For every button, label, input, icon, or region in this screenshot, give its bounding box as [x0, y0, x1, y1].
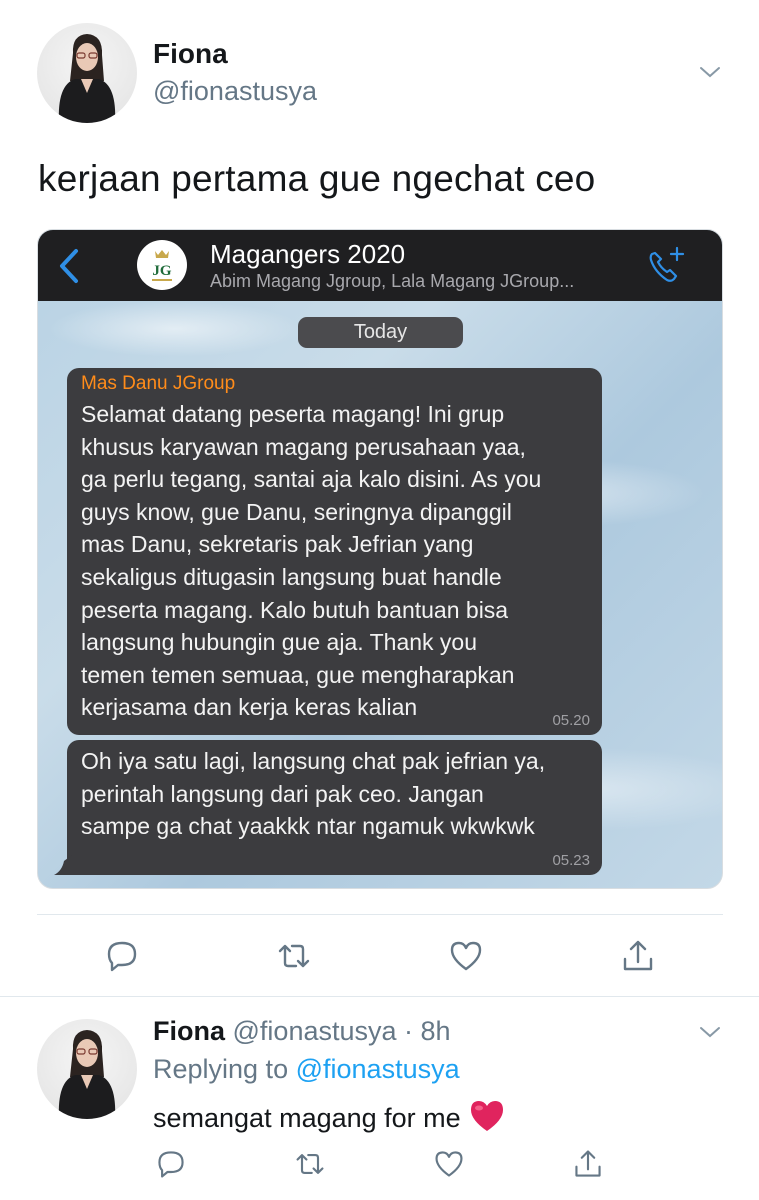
chevron-down-icon[interactable] — [698, 1020, 722, 1044]
message-text: Selamat datang peserta magang! Ini grup … — [81, 401, 542, 721]
reply-button[interactable] — [155, 1148, 187, 1180]
like-button[interactable] — [448, 938, 484, 974]
reply-text-content: semangat magang for me — [153, 1103, 461, 1133]
message-text: Oh iya satu lagi, langsung chat pak jefr… — [81, 748, 546, 840]
add-call-icon[interactable] — [643, 244, 687, 288]
share-icon — [623, 940, 653, 971]
main-tweet-avatar[interactable] — [37, 23, 137, 123]
replying-prefix: Replying to — [153, 1054, 289, 1084]
divider — [0, 996, 759, 997]
chat-screenshot[interactable]: JG Magangers 2020 Abim Magang Jgroup, La… — [37, 229, 723, 889]
group-name: Magangers 2020 — [210, 239, 406, 269]
back-icon[interactable] — [58, 248, 80, 284]
share-icon — [575, 1150, 601, 1177]
chat-message[interactable]: Oh iya satu lagi, langsung chat pak jefr… — [67, 740, 602, 875]
like-icon — [450, 941, 482, 971]
chat-header: JG Magangers 2020 Abim Magang Jgroup, La… — [38, 230, 722, 301]
message-time: 05.23 — [552, 852, 590, 869]
share-button[interactable] — [620, 938, 656, 974]
tweet-text: kerjaan pertama gue ngechat ceo — [38, 158, 596, 199]
reply-header: Fiona @fionastusya · 8h — [153, 1016, 451, 1047]
divider — [37, 914, 723, 915]
like-icon — [435, 1151, 463, 1177]
replying-to: Replying to @fionastusya — [153, 1054, 460, 1085]
like-button[interactable] — [433, 1148, 465, 1180]
chat-message[interactable]: Mas Danu JGroup Selamat datang peserta m… — [67, 368, 602, 735]
reply-handle-time[interactable]: @fionastusya · 8h — [233, 1016, 451, 1046]
author-name[interactable]: Fiona — [153, 38, 228, 70]
retweet-button[interactable] — [276, 938, 312, 974]
replying-to-link[interactable]: @fionastusya — [296, 1054, 460, 1084]
retweet-icon — [278, 944, 310, 968]
retweet-icon — [296, 1154, 324, 1174]
person-avatar-image — [58, 1030, 116, 1119]
date-label: Today — [298, 317, 463, 348]
bubble-tail — [54, 855, 72, 875]
group-members: Abim Magang Jgroup, Lala Magang JGroup..… — [210, 271, 575, 291]
person-avatar-image — [58, 34, 116, 123]
chevron-down-icon[interactable] — [698, 60, 722, 84]
retweet-button[interactable] — [294, 1148, 326, 1180]
share-button[interactable] — [572, 1148, 604, 1180]
message-sender[interactable]: Mas Danu JGroup — [81, 368, 588, 396]
jg-logo-icon: JG — [152, 250, 172, 281]
reply-icon — [107, 941, 137, 972]
reply-button[interactable] — [104, 938, 140, 974]
reply-icon — [158, 1151, 184, 1178]
red-heart-emoji — [470, 1101, 503, 1131]
reply-author-name[interactable]: Fiona — [153, 1016, 225, 1046]
reply-text: semangat magang for me — [153, 1099, 505, 1134]
author-handle[interactable]: @fionastusya — [153, 76, 317, 107]
message-time: 05.20 — [552, 712, 590, 729]
svg-text:JG: JG — [152, 263, 172, 279]
reply-tweet-avatar[interactable] — [37, 1019, 137, 1119]
group-avatar[interactable]: JG — [137, 240, 187, 290]
